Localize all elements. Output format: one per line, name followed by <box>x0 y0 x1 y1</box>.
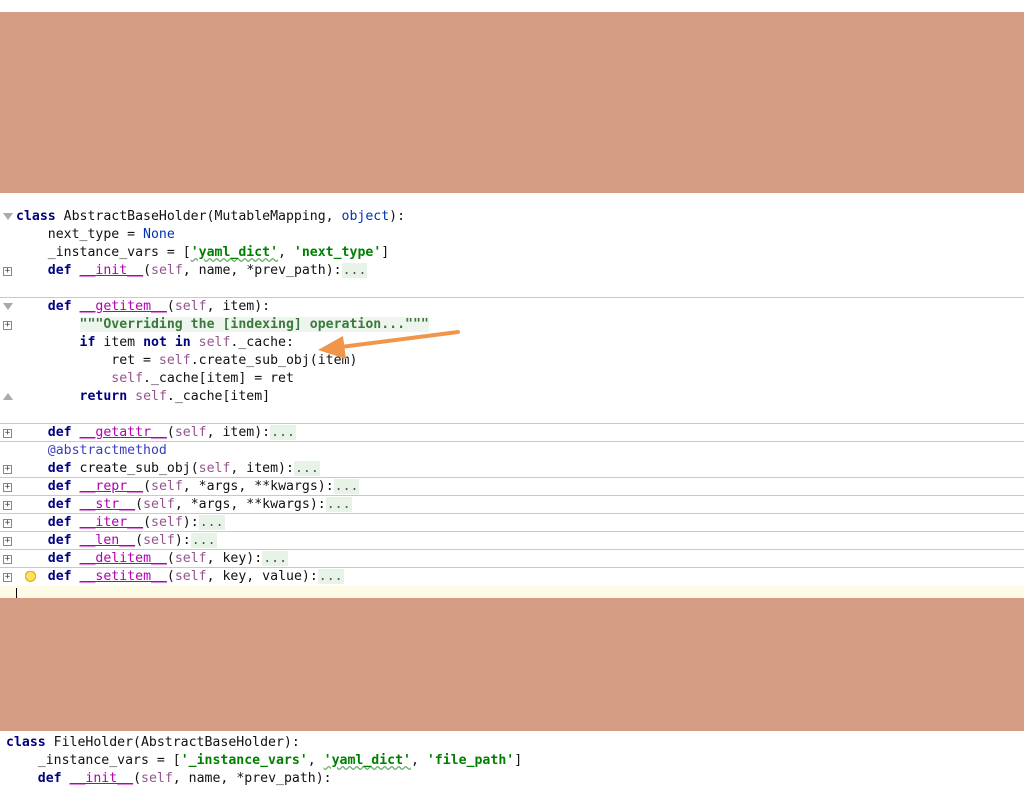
fold-expand-icon[interactable]: + <box>3 483 12 492</box>
fold-expand-icon[interactable]: + <box>3 465 12 474</box>
code-line-fileholder-init[interactable]: def __init__(self, name, *prev_path): <box>0 770 1024 788</box>
folded-code[interactable]: ... <box>293 461 320 476</box>
code-line-getattr[interactable]: + def __getattr__(self, item):... <box>0 424 1024 442</box>
code-line-delitem[interactable]: + def __delitem__(self, key):... <box>0 550 1024 568</box>
code-editor[interactable]: class AbstractBaseHolder(MutableMapping,… <box>0 193 1024 598</box>
fold-expand-icon[interactable]: + <box>3 267 12 276</box>
code-line-len[interactable]: + def __len__(self):... <box>0 532 1024 550</box>
fold-expand-icon[interactable]: + <box>3 429 12 438</box>
code-line-str[interactable]: + def __str__(self, *args, **kwargs):... <box>0 496 1024 514</box>
folded-code[interactable]: ... <box>190 533 217 548</box>
code-line-getitem[interactable]: def __getitem__(self, item): <box>0 298 1024 316</box>
code-line-iter[interactable]: + def __iter__(self):... <box>0 514 1024 532</box>
code-line-fileholder-class[interactable]: class FileHolder(AbstractBaseHolder): <box>0 734 1024 752</box>
code-line-next-type[interactable]: next_type = None <box>0 226 1024 244</box>
code-line-repr[interactable]: + def __repr__(self, *args, **kwargs):..… <box>0 478 1024 496</box>
fold-expand-icon[interactable]: + <box>3 537 12 546</box>
code-line-ret[interactable]: ret = self.create_sub_obj(item) <box>0 352 1024 370</box>
folded-code[interactable]: ... <box>270 425 296 440</box>
code-line-return[interactable]: return self._cache[item] <box>0 388 1024 406</box>
code-line-init[interactable]: + def __init__(self, name, *prev_path):.… <box>0 262 1024 280</box>
fold-expand-icon[interactable]: + <box>3 555 12 564</box>
redaction-band-bottom <box>0 598 1024 731</box>
fold-expand-icon[interactable]: + <box>3 501 12 510</box>
code-line-create-sub-obj[interactable]: + def create_sub_obj(self, item):... <box>0 460 1024 478</box>
redaction-band-top <box>0 12 1024 193</box>
folded-code[interactable]: ... <box>333 479 360 494</box>
keyword: class <box>16 209 56 224</box>
text-cursor <box>16 588 17 598</box>
code-line-fileholder-vars[interactable]: _instance_vars = ['_instance_vars', 'yam… <box>0 752 1024 770</box>
fold-collapse-icon[interactable] <box>3 303 13 310</box>
code-line-docstring[interactable]: + """Overriding the [indexing] operation… <box>0 316 1024 334</box>
code-line-cache-assign[interactable]: self._cache[item] = ret <box>0 370 1024 388</box>
code-editor-lower[interactable]: class FileHolder(AbstractBaseHolder): _i… <box>0 731 1024 791</box>
fold-end-icon[interactable] <box>3 393 13 400</box>
code-line-class-def[interactable]: class AbstractBaseHolder(MutableMapping,… <box>0 208 1024 226</box>
code-line-decorator[interactable]: @abstractmethod <box>0 442 1024 460</box>
code-line-if[interactable]: if item not in self._cache: <box>0 334 1024 352</box>
fold-expand-icon[interactable]: + <box>3 519 12 528</box>
folded-code[interactable]: ... <box>325 497 352 512</box>
code-line-caret[interactable] <box>0 586 1024 598</box>
code-line-setitem[interactable]: + def __setitem__(self, key, value):... <box>0 568 1024 586</box>
fold-collapse-icon[interactable] <box>3 213 13 220</box>
folded-code[interactable]: ... <box>341 263 368 278</box>
fold-expand-icon[interactable]: + <box>3 573 12 582</box>
code-line-instance-vars[interactable]: _instance_vars = ['yaml_dict', 'next_typ… <box>0 244 1024 262</box>
fold-expand-icon[interactable]: + <box>3 321 12 330</box>
folded-code[interactable]: ... <box>317 569 344 584</box>
folded-code[interactable]: ... <box>198 515 225 530</box>
folded-code[interactable]: ... <box>262 551 289 566</box>
